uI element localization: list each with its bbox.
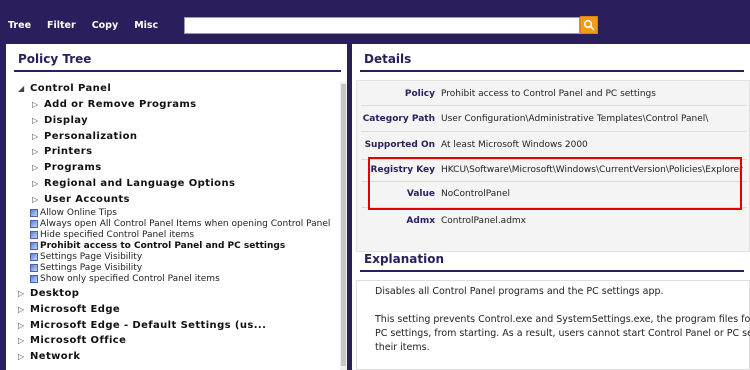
collapsed-triangle-icon[interactable]: ▷ bbox=[18, 305, 26, 314]
explanation-title: Explanation bbox=[364, 252, 445, 266]
policy-leaf[interactable]: Show only specified Control Panel items bbox=[30, 274, 220, 284]
menu-misc[interactable]: Misc bbox=[134, 20, 158, 31]
policy-tree-title: Policy Tree bbox=[18, 52, 92, 66]
divider bbox=[361, 131, 747, 132]
tree-node-microsoft-office[interactable]: ▷ Microsoft Office bbox=[18, 335, 126, 346]
collapsed-triangle-icon[interactable]: ▷ bbox=[32, 132, 40, 141]
policy-icon bbox=[30, 220, 38, 228]
policy-tree-header: Policy Tree bbox=[14, 44, 341, 72]
collapsed-triangle-icon[interactable]: ▷ bbox=[32, 147, 40, 156]
registry-highlight-box bbox=[368, 157, 742, 210]
policy-icon bbox=[30, 253, 38, 261]
explanation-line: Disables all Control Panel programs and … bbox=[375, 286, 664, 297]
tree-node-display[interactable]: ▷ Display bbox=[32, 115, 88, 126]
detail-key: Category Path bbox=[362, 114, 435, 124]
top-bar: Tree Filter Copy Misc bbox=[0, 0, 750, 42]
collapsed-triangle-icon[interactable]: ▷ bbox=[18, 289, 26, 298]
tree-node-edge-default-settings[interactable]: ▷ Microsoft Edge - Default Settings (us.… bbox=[18, 320, 266, 331]
policy-leaf-selected[interactable]: Prohibit access to Control Panel and PC … bbox=[30, 241, 285, 251]
policy-leaf[interactable]: Settings Page Visibility bbox=[30, 252, 142, 262]
search-icon bbox=[583, 19, 595, 31]
tree-node-user-accounts[interactable]: ▷ User Accounts bbox=[32, 194, 130, 205]
policy-tree: ◢ Control Panel ▷ Add or Remove Programs… bbox=[6, 78, 347, 370]
menu-bar: Tree Filter Copy Misc bbox=[8, 20, 174, 31]
policy-icon bbox=[30, 275, 38, 283]
explanation-line: PC settings, from starting. As a result,… bbox=[375, 328, 750, 339]
collapsed-triangle-icon[interactable]: ▷ bbox=[32, 195, 40, 204]
policy-tree-panel: Policy Tree ◢ Control Panel ▷ Add or Rem… bbox=[6, 44, 347, 370]
menu-copy[interactable]: Copy bbox=[92, 20, 119, 31]
explanation-line: This setting prevents Control.exe and Sy… bbox=[375, 314, 750, 325]
details-title: Details bbox=[364, 52, 412, 66]
tree-node-personalization[interactable]: ▷ Personalization bbox=[32, 131, 137, 142]
tree-node-microsoft-edge[interactable]: ▷ Microsoft Edge bbox=[18, 304, 120, 315]
policy-icon bbox=[30, 242, 38, 250]
collapsed-triangle-icon[interactable]: ▷ bbox=[32, 116, 40, 125]
tree-node-control-panel[interactable]: ◢ Control Panel bbox=[18, 83, 111, 94]
explanation-header: Explanation bbox=[360, 244, 744, 272]
tree-node-printers[interactable]: ▷ Printers bbox=[32, 146, 92, 157]
detail-key: Supported On bbox=[364, 140, 435, 150]
policy-leaf[interactable]: Allow Online Tips bbox=[30, 208, 117, 218]
details-header: Details bbox=[360, 44, 744, 72]
collapsed-triangle-icon[interactable]: ▷ bbox=[18, 321, 26, 330]
detail-row-category-path: Category Path User Configuration\Adminis… bbox=[357, 114, 750, 138]
policy-leaf[interactable]: Always open All Control Panel Items when… bbox=[30, 219, 330, 229]
details-panel: Details Policy Prohibit access to Contro… bbox=[352, 44, 750, 370]
tree-node-add-remove-programs[interactable]: ▷ Add or Remove Programs bbox=[32, 99, 197, 110]
collapsed-triangle-icon[interactable]: ▷ bbox=[32, 100, 40, 109]
collapsed-triangle-icon[interactable]: ▷ bbox=[32, 163, 40, 172]
detail-value: Prohibit access to Control Panel and PC … bbox=[441, 89, 656, 99]
tree-scrollbar-thumb[interactable] bbox=[341, 84, 346, 366]
detail-key: Admx bbox=[406, 216, 435, 226]
menu-filter[interactable]: Filter bbox=[47, 20, 76, 31]
detail-value: At least Microsoft Windows 2000 bbox=[441, 140, 588, 150]
tree-node-programs[interactable]: ▷ Programs bbox=[32, 162, 102, 173]
detail-row-policy: Policy Prohibit access to Control Panel … bbox=[357, 89, 750, 113]
collapsed-triangle-icon[interactable]: ▷ bbox=[32, 179, 40, 188]
explanation-line: their items. bbox=[375, 342, 430, 353]
policy-icon bbox=[30, 264, 38, 272]
expanded-triangle-icon[interactable]: ◢ bbox=[18, 84, 26, 93]
tree-scrollbar[interactable] bbox=[340, 82, 347, 370]
policy-icon bbox=[30, 231, 38, 239]
collapsed-triangle-icon[interactable]: ▷ bbox=[18, 352, 26, 361]
explanation-section: Explanation bbox=[352, 244, 750, 272]
detail-value: ControlPanel.admx bbox=[441, 216, 526, 226]
tree-node-network[interactable]: ▷ Network bbox=[18, 351, 80, 362]
policy-leaf[interactable]: Hide specified Control Panel items bbox=[30, 230, 194, 240]
search-button[interactable] bbox=[580, 16, 598, 34]
divider bbox=[361, 105, 747, 106]
detail-key: Policy bbox=[404, 89, 435, 99]
policy-icon bbox=[30, 209, 38, 217]
collapsed-triangle-icon[interactable]: ▷ bbox=[18, 336, 26, 345]
policy-leaf[interactable]: Settings Page Visibility bbox=[30, 263, 142, 273]
search-input[interactable] bbox=[184, 17, 580, 34]
detail-value: User Configuration\Administrative Templa… bbox=[441, 114, 709, 124]
explanation-body: Disables all Control Panel programs and … bbox=[356, 280, 750, 370]
menu-tree[interactable]: Tree bbox=[8, 20, 31, 31]
detail-row-admx: Admx ControlPanel.admx bbox=[357, 216, 750, 240]
tree-node-regional-language[interactable]: ▷ Regional and Language Options bbox=[32, 178, 235, 189]
tree-node-desktop[interactable]: ▷ Desktop bbox=[18, 288, 79, 299]
